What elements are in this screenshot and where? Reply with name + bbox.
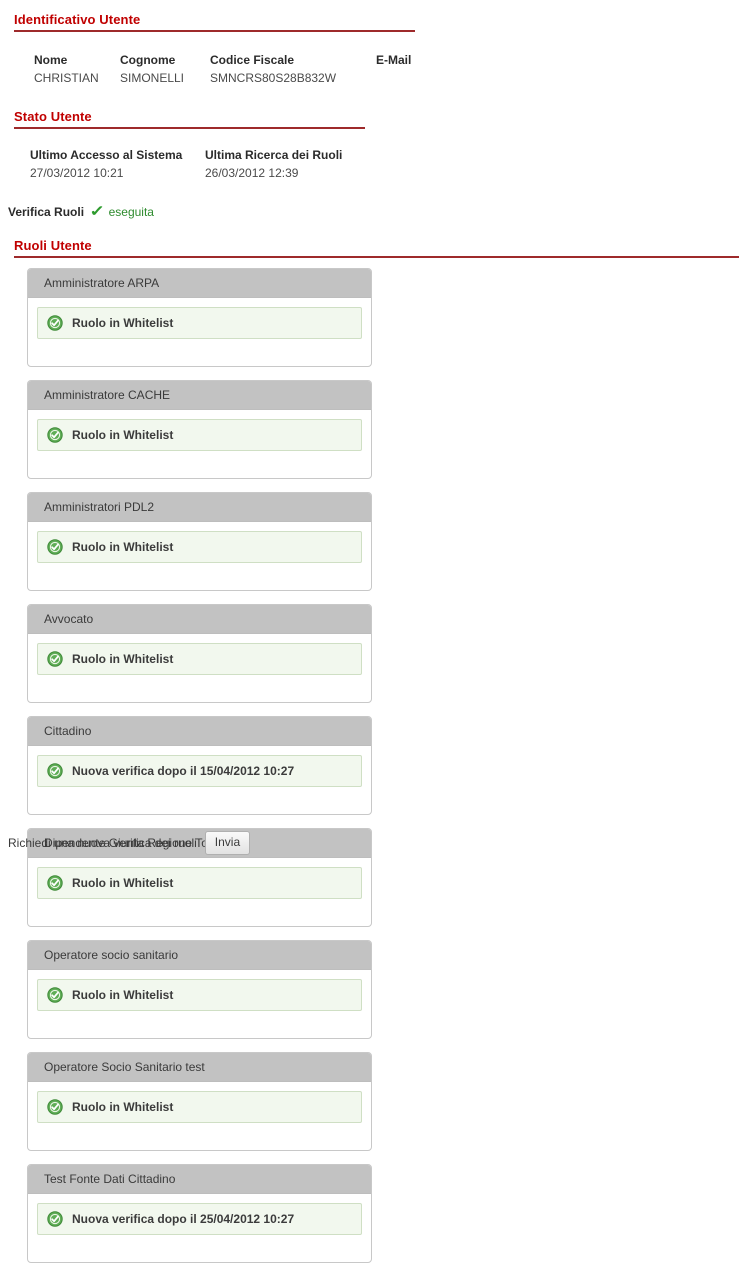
user-status-fields: Ultimo Accesso al Sistema 27/03/2012 10:… xyxy=(30,148,342,181)
role-card: Test Fonte Dati Cittadino Nuova verifica … xyxy=(27,1164,372,1263)
role-card: Amministratori PDL2 Ruolo in Whitelist xyxy=(27,492,372,591)
invia-button[interactable]: Invia xyxy=(204,831,251,855)
role-card-body: Ruolo in Whitelist xyxy=(28,522,371,563)
section-ruoli-utente: Ruoli Utente xyxy=(0,238,739,258)
section-divider-stato xyxy=(14,127,365,129)
role-card-body: Nuova verifica dopo il 25/04/2012 10:27 xyxy=(28,1194,371,1235)
request-verification-row: Richiedi una nuova verifica dei ruoli In… xyxy=(8,831,251,855)
green-check-circle-icon xyxy=(47,315,63,331)
role-status-text: Nuova verifica dopo il 15/04/2012 10:27 xyxy=(72,764,295,778)
role-status-box: Ruolo in Whitelist xyxy=(37,307,362,339)
verifica-ruoli-status: Verifica Ruoli ✓ eseguita xyxy=(8,203,154,220)
role-status-box: Ruolo in Whitelist xyxy=(37,867,362,899)
role-status-box: Ruolo in Whitelist xyxy=(37,419,362,451)
role-status-text: Ruolo in Whitelist xyxy=(72,540,174,554)
green-check-circle-icon xyxy=(47,427,63,443)
role-card-title: Amministratore ARPA xyxy=(28,269,371,298)
green-check-circle-icon xyxy=(47,1099,63,1115)
field-label-ultima-ricerca: Ultima Ricerca dei Ruoli xyxy=(205,148,343,162)
section-stato-utente: Stato Utente xyxy=(0,109,739,129)
role-status-text: Nuova verifica dopo il 25/04/2012 10:27 xyxy=(72,1212,295,1226)
field-ultimo-accesso: Ultimo Accesso al Sistema 27/03/2012 10:… xyxy=(30,148,205,181)
role-card-title: Amministratori PDL2 xyxy=(28,493,371,522)
section-divider-ruoli xyxy=(14,256,739,258)
role-status-box: Ruolo in Whitelist xyxy=(37,979,362,1011)
user-identity-fields: Nome CHRISTIAN Cognome SIMONELLI Codice … xyxy=(34,53,411,86)
role-status-text: Ruolo in Whitelist xyxy=(72,988,174,1002)
role-card-title: Operatore socio sanitario xyxy=(28,941,371,970)
verifica-ruoli-label: Verifica Ruoli xyxy=(8,205,85,219)
role-status-box: Ruolo in Whitelist xyxy=(37,1091,362,1123)
section-divider-identificativo xyxy=(14,30,415,32)
field-label-nome: Nome xyxy=(34,53,68,67)
field-label-cognome: Cognome xyxy=(120,53,176,67)
role-card-body: Ruolo in Whitelist xyxy=(28,298,371,339)
role-status-text: Ruolo in Whitelist xyxy=(72,1100,174,1114)
role-card-title: Amministratore CACHE xyxy=(28,381,371,410)
role-card: Operatore socio sanitario Ruolo in Whitel… xyxy=(27,940,372,1039)
field-value-codice-fiscale: SMNCRS80S28B832W xyxy=(210,71,337,85)
role-status-text: Ruolo in Whitelist xyxy=(72,428,174,442)
role-card-body: Ruolo in Whitelist xyxy=(28,1082,371,1123)
role-card-title: Operatore Socio Sanitario test xyxy=(28,1053,371,1082)
field-label-ultimo-accesso: Ultimo Accesso al Sistema xyxy=(30,148,183,162)
field-value-cognome: SIMONELLI xyxy=(120,71,185,85)
role-card-title: Test Fonte Dati Cittadino xyxy=(28,1165,371,1194)
role-status-box: Ruolo in Whitelist xyxy=(37,643,362,675)
field-value-ultima-ricerca: 26/03/2012 12:39 xyxy=(205,166,299,180)
request-verification-label: Richiedi una nuova verifica dei ruoli xyxy=(8,836,197,850)
section-title-identificativo: Identificativo Utente xyxy=(14,12,141,27)
field-label-email: E-Mail xyxy=(376,53,412,67)
role-card: Amministratore ARPA Ruolo in Whitelist xyxy=(27,268,372,367)
roles-grid: Amministratore ARPA Ruolo in Whitelist Amm… xyxy=(27,268,725,1263)
role-card-body: Ruolo in Whitelist xyxy=(28,858,371,899)
field-cognome: Cognome SIMONELLI xyxy=(120,53,210,86)
role-status-text: Ruolo in Whitelist xyxy=(72,652,174,666)
section-title-stato: Stato Utente xyxy=(14,109,92,124)
role-card-title: Cittadino xyxy=(28,717,371,746)
field-ultima-ricerca: Ultima Ricerca dei Ruoli 26/03/2012 12:3… xyxy=(205,148,342,181)
role-status-box: Ruolo in Whitelist xyxy=(37,531,362,563)
green-check-circle-icon xyxy=(47,875,63,891)
green-check-circle-icon xyxy=(47,651,63,667)
section-identificativo-utente: Identificativo Utente xyxy=(0,12,739,32)
green-check-circle-icon xyxy=(47,1211,63,1227)
role-status-text: Ruolo in Whitelist xyxy=(72,316,174,330)
role-status-box: Nuova verifica dopo il 15/04/2012 10:27 xyxy=(37,755,362,787)
role-card-body: Ruolo in Whitelist xyxy=(28,634,371,675)
field-nome: Nome CHRISTIAN xyxy=(34,53,120,86)
field-codice-fiscale: Codice Fiscale SMNCRS80S28B832W xyxy=(210,53,376,86)
role-card: Cittadino Nuova verifica dopo il 15/04/20… xyxy=(27,716,372,815)
green-check-circle-icon xyxy=(47,763,63,779)
check-mark-icon: ✓ xyxy=(89,203,106,220)
field-email: E-Mail xyxy=(376,53,411,86)
green-check-circle-icon xyxy=(47,987,63,1003)
field-value-ultimo-accesso: 27/03/2012 10:21 xyxy=(30,166,124,180)
section-title-ruoli: Ruoli Utente xyxy=(14,238,92,253)
role-card-title: Avvocato xyxy=(28,605,371,634)
role-card-body: Ruolo in Whitelist xyxy=(28,410,371,451)
role-card-body: Ruolo in Whitelist xyxy=(28,970,371,1011)
role-card-body: Nuova verifica dopo il 15/04/2012 10:27 xyxy=(28,746,371,787)
field-value-nome: CHRISTIAN xyxy=(34,71,99,85)
role-card: Operatore Socio Sanitario test Ruolo in W… xyxy=(27,1052,372,1151)
role-card: Amministratore CACHE Ruolo in Whitelist xyxy=(27,380,372,479)
role-status-text: Ruolo in Whitelist xyxy=(72,876,174,890)
green-check-circle-icon xyxy=(47,539,63,555)
field-label-codice-fiscale: Codice Fiscale xyxy=(210,53,295,67)
role-status-box: Nuova verifica dopo il 25/04/2012 10:27 xyxy=(37,1203,362,1235)
role-card: Avvocato Ruolo in Whitelist xyxy=(27,604,372,703)
verifica-ruoli-state: eseguita xyxy=(108,205,154,219)
